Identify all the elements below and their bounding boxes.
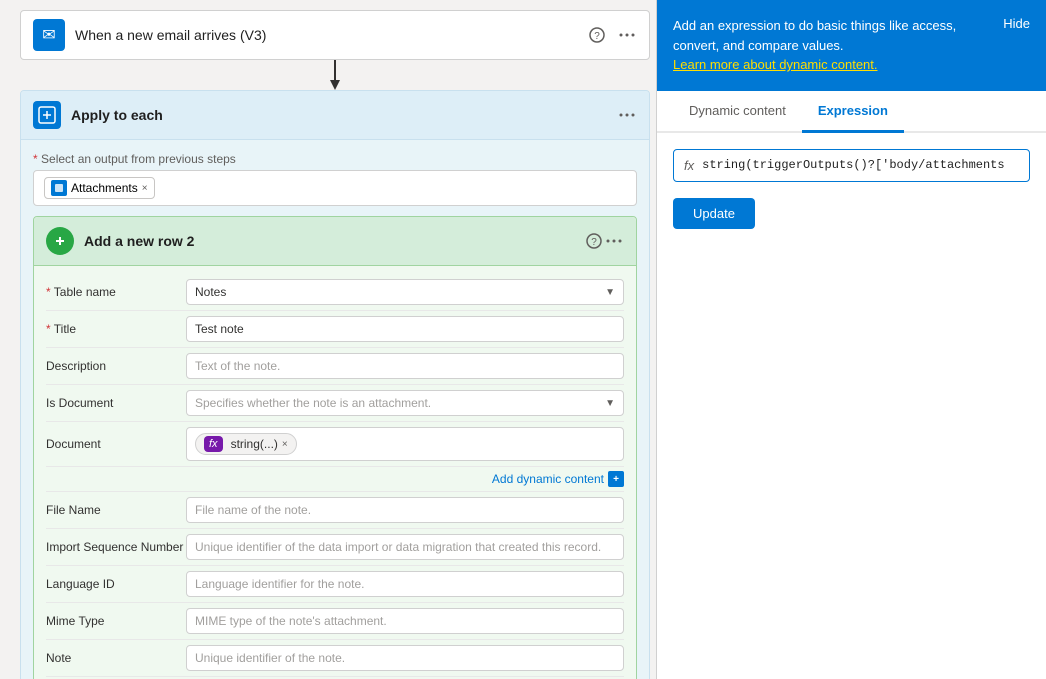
attachments-tag-label: Attachments — [71, 181, 138, 195]
file-name-label: File Name — [46, 503, 186, 517]
import-seq-input[interactable]: Unique identifier of the data import or … — [186, 534, 624, 560]
mime-type-input[interactable]: MIME type of the note's attachment. — [186, 608, 624, 634]
add-row-help-button[interactable]: ? — [584, 231, 604, 251]
attachments-tag-close[interactable]: × — [142, 183, 148, 194]
side-panel-tabs: Dynamic content Expression — [657, 91, 1046, 133]
side-panel-info: Add an expression to do basic things lik… — [657, 0, 1046, 91]
side-panel-expression: fx string(triggerOutputs()?['body/attach… — [657, 133, 1046, 679]
add-dynamic-label: Add dynamic content — [492, 472, 604, 486]
description-row: Description Text of the note. — [46, 348, 624, 385]
trigger-actions: ? — [587, 25, 637, 45]
add-dynamic-icon: + — [608, 471, 624, 487]
svg-text:?: ? — [594, 31, 600, 42]
attachments-tag: Attachments × — [44, 177, 155, 199]
email-icon: ✉ — [33, 19, 65, 51]
apply-each-icon — [33, 101, 61, 129]
fx-label: fx — [684, 158, 694, 173]
add-row-block: Add a new row 2 ? — [33, 216, 637, 679]
tab-expression[interactable]: Expression — [802, 91, 904, 133]
is-document-arrow: ▼ — [605, 398, 615, 409]
attachments-input[interactable]: Attachments × — [33, 170, 637, 206]
description-placeholder: Text of the note. — [195, 359, 280, 373]
add-dynamic-content-button[interactable]: Add dynamic content + — [492, 471, 624, 487]
add-row-icon — [46, 227, 74, 255]
file-name-input[interactable]: File name of the note. — [186, 497, 624, 523]
hide-button[interactable]: Hide — [1003, 16, 1030, 31]
table-name-label: Table name — [46, 285, 186, 299]
string-expression: string(...) — [231, 437, 278, 451]
apply-each-header: Apply to each — [21, 91, 649, 140]
title-input[interactable]: Test note — [186, 316, 624, 342]
trigger-block: ✉ When a new email arrives (V3) ? — [20, 10, 650, 60]
file-name-row: File Name File name of the note. — [46, 492, 624, 529]
is-document-placeholder: Specifies whether the note is an attachm… — [195, 396, 431, 410]
apply-each-block: Apply to each Select an output from prev… — [20, 90, 650, 679]
mime-type-row: Mime Type MIME type of the note's attach… — [46, 603, 624, 640]
trigger-more-button[interactable] — [617, 31, 637, 39]
language-id-placeholder: Language identifier for the note. — [195, 577, 364, 591]
title-value: Test note — [195, 322, 244, 336]
attachments-tag-icon — [51, 180, 67, 196]
title-row: Title Test note — [46, 311, 624, 348]
file-name-placeholder: File name of the note. — [195, 503, 311, 517]
import-seq-row: Import Sequence Number Unique identifier… — [46, 529, 624, 566]
document-row: Document fx string(...) × — [46, 422, 624, 467]
apply-each-body: Select an output from previous steps Att… — [21, 140, 649, 679]
side-panel-info-text: Add an expression to do basic things lik… — [673, 16, 987, 75]
fx-icon: fx — [204, 436, 223, 452]
trigger-help-button[interactable]: ? — [587, 25, 607, 45]
dynamic-content-bar: Add dynamic content + — [46, 467, 624, 492]
table-name-value: Notes — [195, 285, 226, 299]
language-id-label: Language ID — [46, 577, 186, 591]
add-row-title: Add a new row 2 — [84, 233, 584, 249]
document-label: Document — [46, 437, 186, 451]
note-input[interactable]: Unique identifier of the note. — [186, 645, 624, 671]
language-id-row: Language ID Language identifier for the … — [46, 566, 624, 603]
add-row-more-button[interactable] — [604, 237, 624, 245]
import-seq-label: Import Sequence Number — [46, 540, 186, 554]
expression-input[interactable]: string(triggerOutputs()?['body/attachmen… — [702, 158, 1019, 172]
select-output-label: Select an output from previous steps — [33, 152, 637, 166]
is-document-row: Is Document Specifies whether the note i… — [46, 385, 624, 422]
description-input[interactable]: Text of the note. — [186, 353, 624, 379]
title-label: Title — [46, 322, 186, 336]
import-seq-placeholder: Unique identifier of the data import or … — [195, 540, 601, 554]
update-button[interactable]: Update — [673, 198, 755, 229]
add-row-body: Table name Notes ▼ Title Test note — [34, 266, 636, 679]
note-placeholder: Unique identifier of the note. — [195, 651, 345, 665]
string-tag-close[interactable]: × — [282, 439, 288, 450]
trigger-title: When a new email arrives (V3) — [75, 27, 587, 43]
is-document-label: Is Document — [46, 396, 186, 410]
side-panel-info-message: Add an expression to do basic things lik… — [673, 18, 956, 53]
document-input[interactable]: fx string(...) × — [186, 427, 624, 461]
table-name-dropdown[interactable]: Notes ▼ — [186, 279, 624, 305]
language-id-input[interactable]: Language identifier for the note. — [186, 571, 624, 597]
note-row: Note Unique identifier of the note. — [46, 640, 624, 677]
table-name-arrow: ▼ — [605, 287, 615, 298]
tab-dynamic-content[interactable]: Dynamic content — [673, 91, 802, 133]
table-name-row: Table name Notes ▼ — [46, 274, 624, 311]
description-label: Description — [46, 359, 186, 373]
apply-each-title: Apply to each — [71, 107, 617, 123]
is-document-dropdown[interactable]: Specifies whether the note is an attachm… — [186, 390, 624, 416]
mime-type-label: Mime Type — [46, 614, 186, 628]
apply-each-more-button[interactable] — [617, 111, 637, 119]
string-tag: fx string(...) × — [195, 433, 297, 455]
expression-input-row[interactable]: fx string(triggerOutputs()?['body/attach… — [673, 149, 1030, 182]
connector-arrow — [20, 60, 650, 90]
side-panel: Add an expression to do basic things lik… — [656, 0, 1046, 679]
svg-text:?: ? — [591, 237, 597, 248]
mime-type-placeholder: MIME type of the note's attachment. — [195, 614, 387, 628]
add-row-header: Add a new row 2 ? — [34, 217, 636, 266]
learn-more-link[interactable]: Learn more about dynamic content. — [673, 57, 878, 72]
note-label: Note — [46, 651, 186, 665]
